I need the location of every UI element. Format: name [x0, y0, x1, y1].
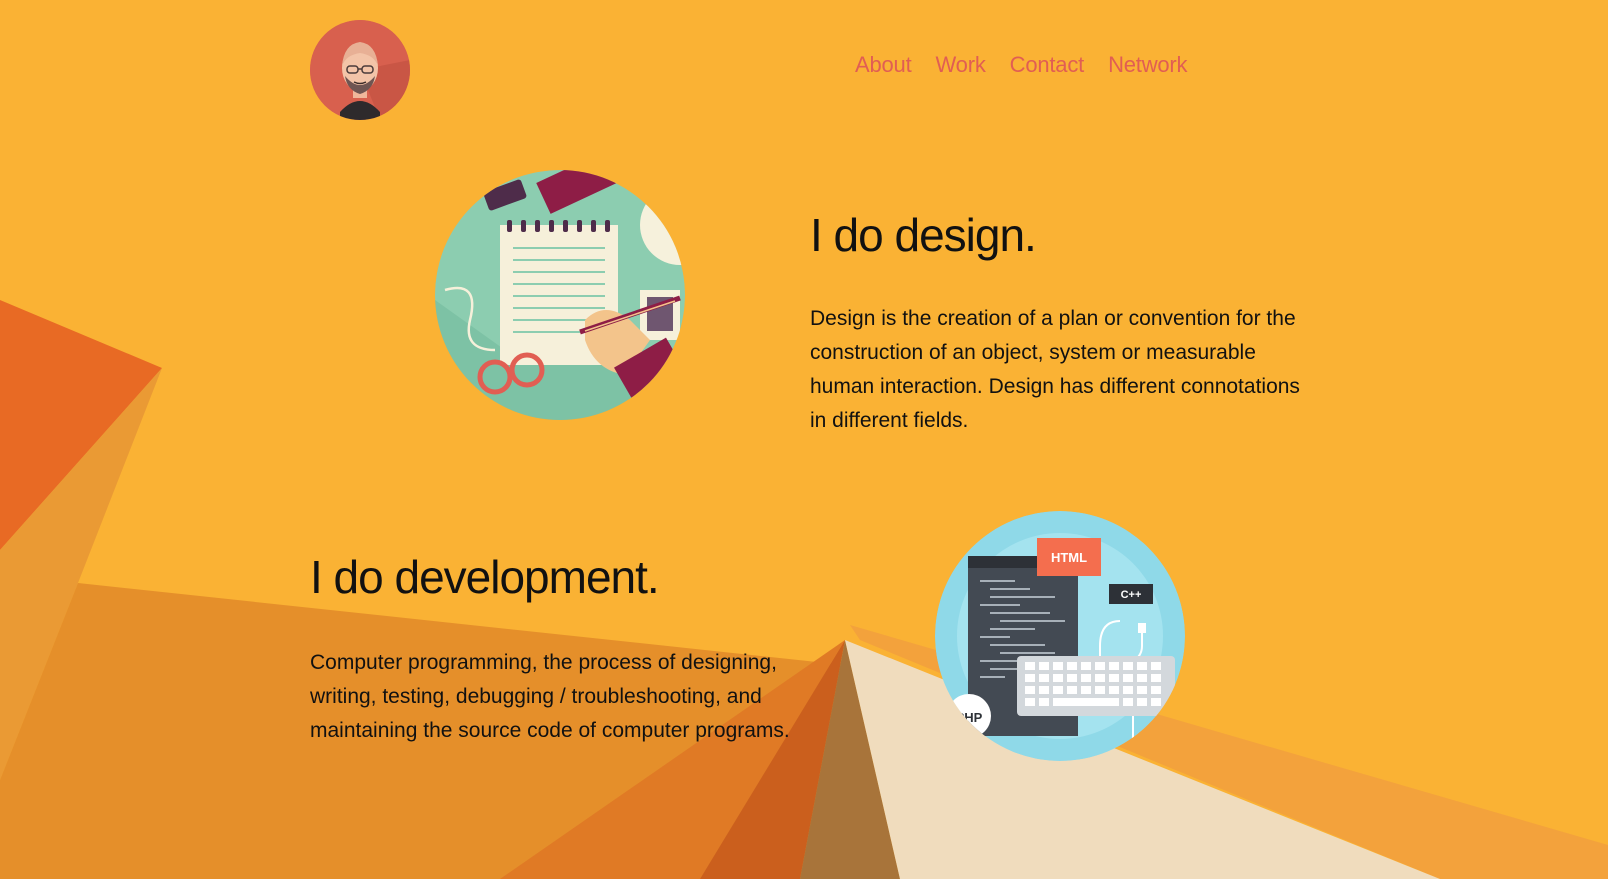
development-illustration: HTML C++ PHP	[935, 511, 1185, 761]
design-description: Design is the creation of a plan or conv…	[810, 307, 1300, 432]
nav-network-link[interactable]: Network	[1108, 52, 1187, 78]
nav-contact-link[interactable]: Contact	[1010, 52, 1085, 78]
html-badge: HTML	[1051, 550, 1087, 565]
nav-work-link[interactable]: Work	[936, 52, 986, 78]
development-illustration-icon: HTML C++ PHP	[935, 511, 1185, 761]
development-heading: I do development.	[310, 551, 660, 603]
development-description: Computer programming, the process of des…	[310, 651, 790, 742]
main-nav: About Work Contact Network	[855, 52, 1188, 78]
cpp-badge: C++	[1121, 589, 1142, 601]
design-illustration	[435, 170, 685, 420]
design-heading: I do design.	[810, 209, 1037, 261]
nav-about-link[interactable]: About	[855, 52, 912, 78]
avatar-icon	[310, 20, 410, 120]
design-illustration-icon	[435, 170, 685, 420]
avatar[interactable]	[310, 20, 410, 120]
